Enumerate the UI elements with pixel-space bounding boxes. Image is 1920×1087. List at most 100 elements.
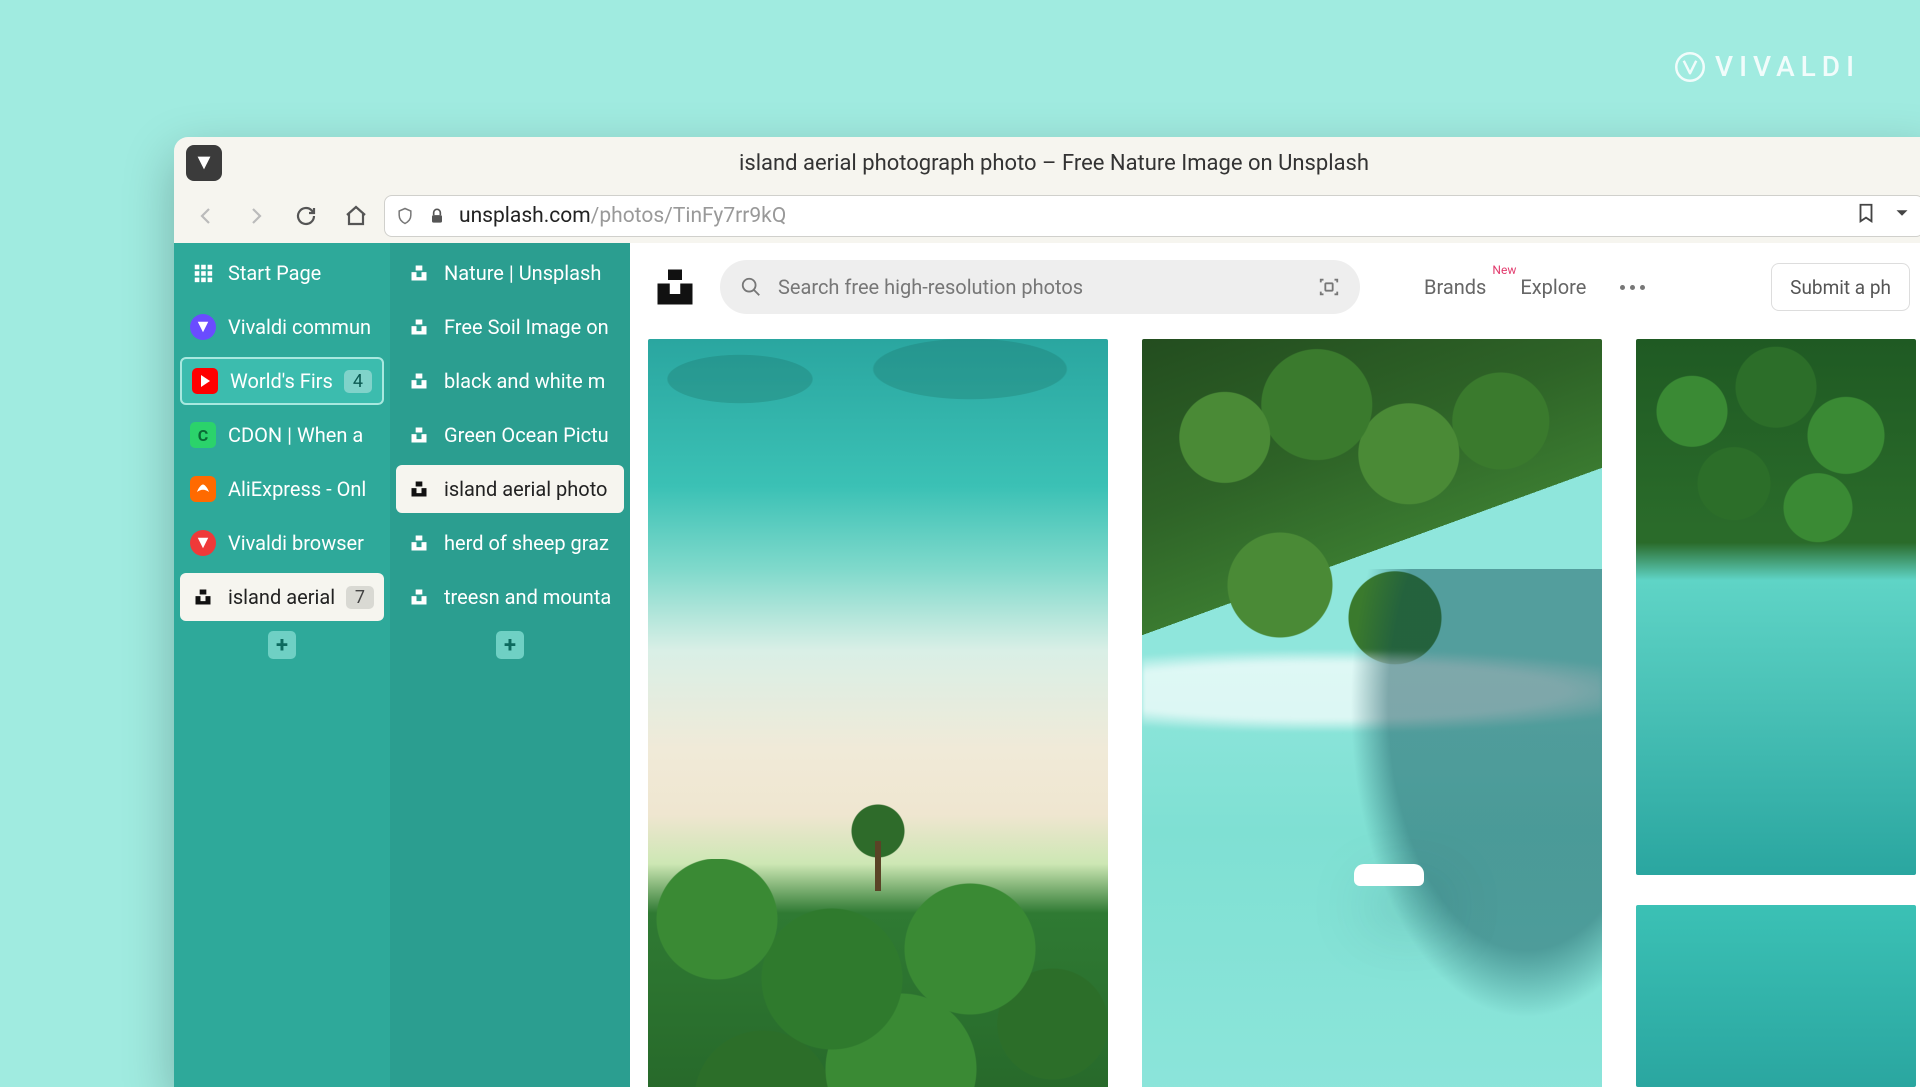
dot-icon xyxy=(1640,285,1645,290)
tab-label: Green Ocean Pictu xyxy=(444,423,609,447)
page-content: Search free high-resolution photos Brand… xyxy=(630,243,1920,1087)
url-text: unsplash.com/photos/TinFy7rr9kQ xyxy=(459,204,786,228)
url-host: unsplash.com xyxy=(459,204,591,228)
back-button[interactable] xyxy=(184,194,228,238)
stack-tab-active[interactable]: island aerial photo xyxy=(396,465,624,513)
tab-label: Vivaldi commun xyxy=(228,315,371,339)
photo-thumbnail[interactable] xyxy=(1636,339,1916,875)
bookmark-icon xyxy=(1855,202,1877,224)
new-badge: New xyxy=(1492,263,1516,277)
addressbar-dropdown-button[interactable] xyxy=(1891,202,1913,230)
search-placeholder: Search free high-resolution photos xyxy=(778,275,1083,299)
tab-youtube-stack[interactable]: World's Firs 4 xyxy=(180,357,384,405)
window-title: island aerial photograph photo – Free Na… xyxy=(174,151,1920,176)
tab-vivaldi-browser[interactable]: Vivaldi browser xyxy=(180,519,384,567)
site-nav: Brands New Explore xyxy=(1424,275,1645,299)
nav-more-menu[interactable] xyxy=(1620,285,1645,290)
site-header: Search free high-resolution photos Brand… xyxy=(630,243,1920,331)
caret-down-icon xyxy=(1891,202,1913,224)
youtube-icon xyxy=(192,368,218,394)
unsplash-icon xyxy=(406,584,432,610)
tab-cdon[interactable]: C CDON | When a xyxy=(180,411,384,459)
url-path: /photos/TinFy7rr9kQ xyxy=(591,204,787,228)
browser-window: island aerial photograph photo – Free Na… xyxy=(174,137,1920,1087)
bookmark-button[interactable] xyxy=(1855,202,1877,230)
home-icon xyxy=(344,204,368,228)
stack-tab[interactable]: Free Soil Image on xyxy=(396,303,624,351)
tab-label: treesn and mounta xyxy=(444,585,611,609)
reload-button[interactable] xyxy=(284,194,328,238)
toolbar: unsplash.com/photos/TinFy7rr9kQ xyxy=(174,189,1920,243)
forward-button[interactable] xyxy=(234,194,278,238)
stack-count-badge: 7 xyxy=(346,586,374,609)
tab-label: Free Soil Image on xyxy=(444,315,609,339)
tab-label: Start Page xyxy=(228,261,321,285)
unsplash-icon xyxy=(190,584,216,610)
tab-start-page[interactable]: Start Page xyxy=(180,249,384,297)
vivaldi-icon xyxy=(193,152,215,174)
dot-icon xyxy=(1630,285,1635,290)
nav-brands[interactable]: Brands New xyxy=(1424,275,1486,299)
chevron-right-icon xyxy=(244,204,268,228)
tab-label: Nature | Unsplash xyxy=(444,261,601,285)
vivaldi-watermark: VIVALDI xyxy=(1675,50,1860,83)
stack-count-badge: 4 xyxy=(344,370,372,393)
unsplash-icon xyxy=(406,476,432,502)
unsplash-icon xyxy=(406,422,432,448)
chevron-left-icon xyxy=(194,204,218,228)
unsplash-icon xyxy=(406,314,432,340)
nav-explore[interactable]: Explore xyxy=(1520,275,1586,299)
titlebar: island aerial photograph photo – Free Na… xyxy=(174,137,1920,189)
vivaldi-icon xyxy=(190,530,216,556)
tab-aliexpress[interactable]: AliExpress - Onl xyxy=(180,465,384,513)
photo-gallery xyxy=(630,331,1920,1087)
visual-search-icon[interactable] xyxy=(1318,276,1340,298)
tab-label: island aerial photo xyxy=(444,477,607,501)
address-bar[interactable]: unsplash.com/photos/TinFy7rr9kQ xyxy=(384,195,1920,237)
unsplash-icon xyxy=(654,266,696,308)
workspace: Start Page Vivaldi commun World's Firs 4… xyxy=(174,243,1920,1087)
tab-label: CDON | When a xyxy=(228,423,363,447)
stack-tab[interactable]: herd of sheep graz xyxy=(396,519,624,567)
dot-icon xyxy=(1620,285,1625,290)
tab-label: herd of sheep graz xyxy=(444,531,609,555)
vivaldi-watermark-text: VIVALDI xyxy=(1715,50,1860,83)
grid-icon xyxy=(190,260,216,286)
stack-tab[interactable]: Nature | Unsplash xyxy=(396,249,624,297)
home-button[interactable] xyxy=(334,194,378,238)
photo-thumbnail[interactable] xyxy=(648,339,1108,1087)
search-icon xyxy=(740,276,762,298)
photo-thumbnail[interactable] xyxy=(1636,905,1916,1087)
tab-vivaldi-community[interactable]: Vivaldi commun xyxy=(180,303,384,351)
shield-icon xyxy=(395,206,415,226)
unsplash-icon xyxy=(406,368,432,394)
vivaldi-menu-button[interactable] xyxy=(186,145,222,181)
reload-icon xyxy=(294,204,318,228)
tab-unsplash-stack-active[interactable]: island aerial 7 xyxy=(180,573,384,621)
stack-tab[interactable]: treesn and mounta xyxy=(396,573,624,621)
unsplash-icon xyxy=(406,260,432,286)
plus-icon: + xyxy=(504,633,516,658)
new-tab-button[interactable]: + xyxy=(496,631,524,659)
stack-tab[interactable]: Green Ocean Pictu xyxy=(396,411,624,459)
tab-label: AliExpress - Onl xyxy=(228,477,366,501)
tab-label: World's Firs xyxy=(230,369,332,393)
stack-tab[interactable]: black and white m xyxy=(396,357,624,405)
plus-icon: + xyxy=(276,633,288,658)
vivaldi-logo-icon xyxy=(1675,52,1705,82)
search-bar[interactable]: Search free high-resolution photos xyxy=(720,260,1360,314)
vivaldi-icon xyxy=(190,314,216,340)
tab-label: Vivaldi browser xyxy=(228,531,364,555)
unsplash-logo[interactable] xyxy=(654,266,696,308)
cdon-icon: C xyxy=(190,422,216,448)
tab-column-primary: Start Page Vivaldi commun World's Firs 4… xyxy=(174,243,390,1087)
aliexpress-icon xyxy=(190,476,216,502)
unsplash-icon xyxy=(406,530,432,556)
tab-label: island aerial xyxy=(228,585,334,609)
tab-label: black and white m xyxy=(444,369,605,393)
photo-thumbnail[interactable] xyxy=(1142,339,1602,1087)
new-tab-button[interactable]: + xyxy=(268,631,296,659)
submit-photo-button[interactable]: Submit a ph xyxy=(1771,263,1910,311)
tab-column-stack: Nature | Unsplash Free Soil Image on bla… xyxy=(390,243,630,1087)
lock-icon xyxy=(427,206,447,226)
